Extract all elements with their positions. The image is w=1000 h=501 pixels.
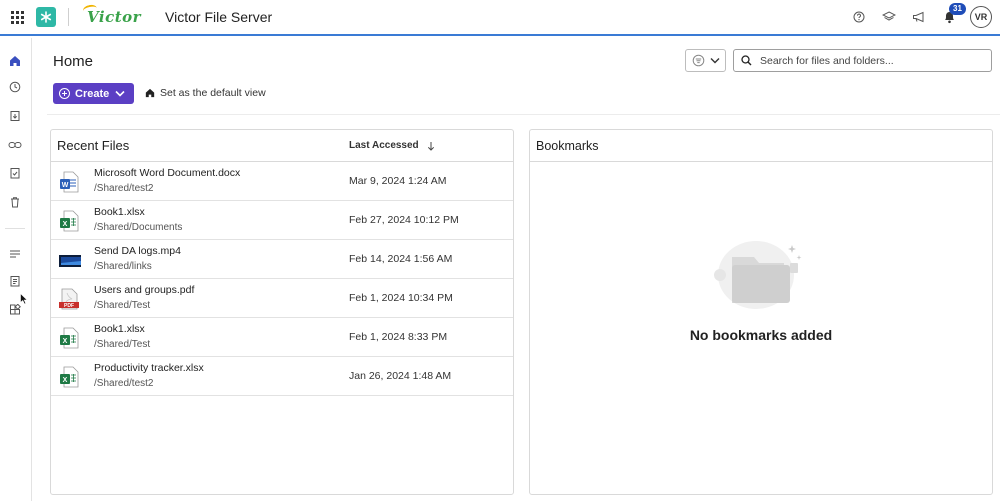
empty-folder-icon xyxy=(714,241,802,309)
shared-icon[interactable] xyxy=(6,107,24,125)
create-button[interactable]: Create xyxy=(53,83,134,104)
add-circle-icon xyxy=(59,88,70,99)
pdf-file-icon: PDF xyxy=(59,288,79,310)
search-input[interactable] xyxy=(760,54,980,67)
last-accessed-date: Mar 9, 2024 1:24 AM xyxy=(349,175,447,187)
file-path: /Shared/test2 xyxy=(94,378,154,389)
layers-icon[interactable] xyxy=(876,4,902,30)
megaphone-icon[interactable] xyxy=(906,4,932,30)
empty-state-text: No bookmarks added xyxy=(689,327,833,343)
file-path: /Shared/Documents xyxy=(94,222,183,233)
rail-divider xyxy=(5,228,25,229)
table-row[interactable]: X Book1.xlsx /Shared/Documents Feb 27, 2… xyxy=(51,201,513,240)
excel-file-icon: X xyxy=(60,366,79,388)
divider xyxy=(47,114,1000,115)
file-name: Book1.xlsx xyxy=(94,323,145,335)
file-path: /Shared/test2 xyxy=(94,183,154,194)
avatar[interactable]: VR xyxy=(970,6,992,28)
table-row[interactable]: W Microsoft Word Document.docx /Shared/t… xyxy=(51,162,513,201)
bookmarks-panel: Bookmarks No bookmarks added xyxy=(529,129,993,495)
table-row[interactable]: X Book1.xlsx /Shared/Test Feb 1, 2024 8:… xyxy=(51,318,513,357)
recent-files-title: Recent Files xyxy=(57,138,130,153)
top-bar: Victor Victor File Server 31 VR xyxy=(0,0,1000,36)
svg-text:X: X xyxy=(63,221,68,228)
file-name: Productivity tracker.xlsx xyxy=(94,362,204,374)
svg-text:W: W xyxy=(62,182,69,189)
bookmarks-title: Bookmarks xyxy=(536,138,599,153)
filter-dropdown-button[interactable] xyxy=(685,49,726,72)
last-accessed-date: Feb 27, 2024 10:12 PM xyxy=(349,214,459,226)
recent-files-panel: Recent Files Last Accessed W Microsoft W… xyxy=(50,129,514,495)
trash-icon[interactable] xyxy=(6,193,24,211)
reports-icon[interactable] xyxy=(6,272,24,290)
recent-files-header: Recent Files Last Accessed xyxy=(51,130,513,162)
table-row[interactable]: PDF Users and groups.pdf /Shared/Test Fe… xyxy=(51,279,513,318)
page-title: Home xyxy=(53,53,94,70)
set-default-view-link[interactable]: Set as the default view xyxy=(145,87,266,99)
excel-file-icon: X xyxy=(60,210,79,232)
word-file-icon: W xyxy=(60,171,79,193)
tasks-icon[interactable] xyxy=(6,164,24,182)
last-accessed-sort-header[interactable]: Last Accessed xyxy=(349,140,435,151)
help-icon[interactable] xyxy=(846,4,872,30)
divider xyxy=(68,8,69,26)
file-name: Send DA logs.mp4 xyxy=(94,245,181,257)
file-path: /Shared/Test xyxy=(94,339,151,350)
last-accessed-label: Last Accessed xyxy=(349,140,419,151)
svg-text:PDF: PDF xyxy=(64,303,74,309)
last-accessed-date: Feb 14, 2024 1:56 AM xyxy=(349,253,453,265)
arrow-down-icon xyxy=(427,141,434,151)
file-name: Book1.xlsx xyxy=(94,206,145,218)
notification-badge: 31 xyxy=(949,3,966,15)
main-content: Home Create Set as the default view Rece… xyxy=(33,38,1000,501)
home-icon[interactable] xyxy=(6,52,24,70)
link-icon[interactable] xyxy=(6,136,24,154)
file-path: /Shared/links xyxy=(94,261,152,272)
svg-text:X: X xyxy=(63,338,68,345)
chevron-down-icon xyxy=(115,90,125,97)
chevron-down-icon xyxy=(710,58,719,64)
default-view-label: Set as the default view xyxy=(160,87,266,99)
file-path: /Shared/Test xyxy=(94,300,151,311)
app-launcher-icon[interactable] xyxy=(8,8,26,26)
mouse-cursor-icon xyxy=(20,292,28,310)
company-logo: Victor xyxy=(82,3,141,26)
filter-icon xyxy=(692,54,704,67)
excel-file-icon: X xyxy=(60,327,79,349)
file-name: Users and groups.pdf xyxy=(94,284,195,296)
search-icon xyxy=(741,55,752,66)
app-title: Victor File Server xyxy=(165,9,273,25)
search-box xyxy=(733,49,992,72)
bell-icon[interactable]: 31 xyxy=(936,3,966,30)
home-icon xyxy=(145,88,155,98)
file-name: Microsoft Word Document.docx xyxy=(94,167,241,179)
video-thumbnail-icon xyxy=(59,255,81,267)
last-accessed-date: Feb 1, 2024 10:34 PM xyxy=(349,292,453,304)
filters-icon[interactable] xyxy=(6,245,24,263)
recent-icon[interactable] xyxy=(6,78,24,96)
create-label: Create xyxy=(75,87,110,100)
bookmarks-header: Bookmarks xyxy=(530,130,992,162)
brand-icon[interactable] xyxy=(36,7,56,27)
table-row[interactable]: X Productivity tracker.xlsx /Shared/test… xyxy=(51,357,513,396)
left-rail xyxy=(0,38,32,501)
svg-text:X: X xyxy=(63,377,68,384)
table-row[interactable]: Send DA logs.mp4 /Shared/links Feb 14, 2… xyxy=(51,240,513,279)
last-accessed-date: Jan 26, 2024 1:48 AM xyxy=(349,370,452,382)
last-accessed-date: Feb 1, 2024 8:33 PM xyxy=(349,331,448,343)
